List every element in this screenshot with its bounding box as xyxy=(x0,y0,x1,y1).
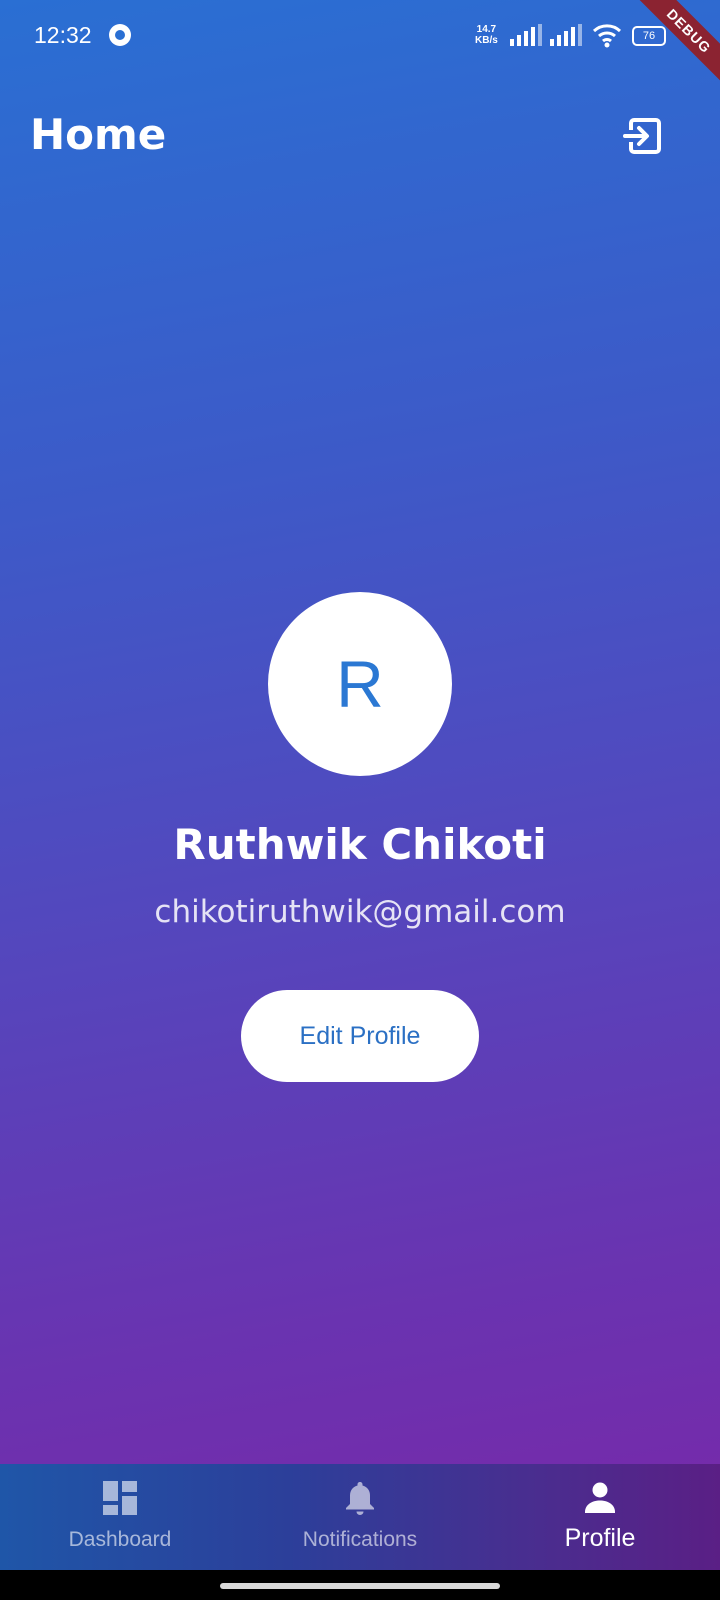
nav-item-dashboard[interactable]: Dashboard xyxy=(0,1464,240,1570)
system-navigation-bar xyxy=(0,1570,720,1600)
logout-icon xyxy=(623,118,661,154)
network-speed-value: 14.7 xyxy=(476,24,497,35)
nav-item-notifications[interactable]: Notifications xyxy=(240,1464,480,1570)
nav-label-dashboard: Dashboard xyxy=(68,1528,172,1551)
avatar: R xyxy=(268,592,452,776)
edit-profile-button[interactable]: Edit Profile xyxy=(241,990,479,1082)
status-time: 12:32 xyxy=(34,22,92,48)
bottom-navigation-bar: Dashboard Notifications Profile xyxy=(0,1464,720,1570)
nav-label-notifications: Notifications xyxy=(302,1528,418,1551)
debug-banner: DEBUG xyxy=(626,0,720,94)
profile-screen: 12:32 14.7 KB/s 76 DEBUG Home R Ruthwik … xyxy=(0,0,720,1600)
signal-icon xyxy=(510,24,542,46)
wifi-icon xyxy=(592,24,622,48)
status-bar: 12:32 14.7 KB/s 76 DEBUG xyxy=(0,0,720,94)
profile-name: Ruthwik Chikoti xyxy=(173,820,547,869)
notification-app-icon xyxy=(109,24,131,46)
signal-icon xyxy=(550,24,582,46)
network-speed: 14.7 KB/s xyxy=(475,24,498,46)
nav-item-profile[interactable]: Profile xyxy=(480,1464,720,1570)
dashboard-icon xyxy=(103,1481,137,1515)
person-icon xyxy=(585,1482,615,1513)
battery-icon: 76 xyxy=(632,26,666,46)
network-speed-unit: KB/s xyxy=(475,35,498,46)
logout-button[interactable] xyxy=(620,114,664,158)
profile-email: chikotiruthwik@gmail.com xyxy=(154,894,566,930)
home-indicator[interactable] xyxy=(220,1583,500,1589)
nav-label-profile: Profile xyxy=(564,1524,636,1552)
page-title: Home xyxy=(30,110,167,159)
bell-icon xyxy=(346,1482,374,1515)
